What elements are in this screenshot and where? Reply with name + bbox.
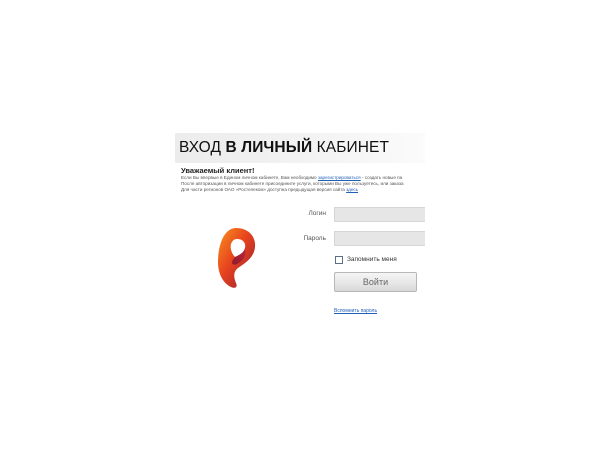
login-label: Логин: [308, 210, 326, 217]
intro-line-1-after: - создать новые па: [360, 175, 403, 180]
remember-me-label: Запомнить меня: [347, 255, 397, 263]
rostelecom-logo-icon: [217, 227, 257, 289]
remember-me-checkbox[interactable]: [335, 255, 343, 264]
forgot-password-link[interactable]: Вспомнить пароль: [334, 308, 377, 314]
intro-line-3-text: Для части регионов ОАО «Ростелеком» дост…: [181, 187, 347, 192]
old-version-link[interactable]: здесь: [346, 187, 358, 192]
page-title: ВХОД В ЛИЧНЫЙ КАБИНЕТ: [179, 139, 389, 157]
page-title-prefix: ВХОД: [179, 139, 226, 156]
greeting-heading: Уважаемый клиент!: [181, 166, 255, 175]
intro-line-3: Для части регионов ОАО «Ростелеком» дост…: [181, 187, 425, 193]
register-link[interactable]: зарегистрироваться: [318, 175, 361, 180]
remember-me-toggle[interactable]: Запомнить меня: [335, 255, 397, 264]
login-page: ВХОД В ЛИЧНЫЙ КАБИНЕТ Уважаемый клиент! …: [0, 0, 600, 450]
intro-text: Если Вы впервые в Едином личном кабинете…: [181, 175, 425, 193]
login-card: ВХОД В ЛИЧНЫЙ КАБИНЕТ Уважаемый клиент! …: [175, 133, 425, 323]
password-input[interactable]: [334, 231, 425, 246]
page-title-suffix: КАБИНЕТ: [312, 139, 390, 156]
login-input[interactable]: [334, 207, 425, 222]
login-button[interactable]: Войти: [334, 272, 417, 292]
intro-line-1-text: Если Вы впервые в Едином личном кабинете…: [181, 175, 318, 180]
rostelecom-logo-graphic: [218, 228, 256, 288]
page-title-bold: В ЛИЧНЫЙ: [225, 139, 313, 156]
password-label: Пароль: [303, 235, 326, 242]
